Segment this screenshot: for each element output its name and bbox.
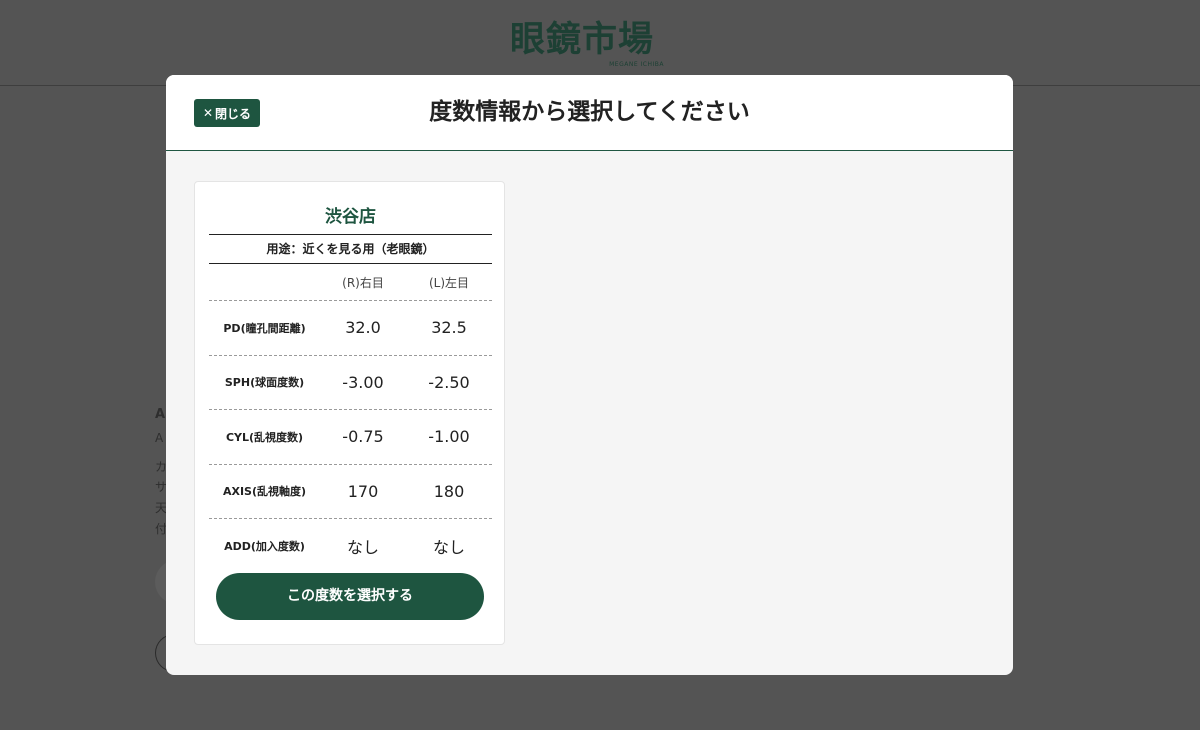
header-left-eye: (L)左目 [428,275,470,290]
megane-ichiba-logo[interactable]: 眼鏡市場 MEGANE ICHIBA [510,20,670,70]
left-eye-value: -2.50 [428,372,470,392]
close-label: 閉じる [215,106,252,121]
left-eye-value: 32.5 [431,318,467,338]
left-eye-value: 180 [433,481,465,501]
row-label: SPH(球面度数) [224,376,305,390]
row-label: PD(瞳孔間距離) [223,321,306,335]
table-row-add: ADD(加入度数) なし なし [209,519,492,574]
right-eye-value: -3.00 [342,372,384,392]
table-row-axis: AXIS(乱視軸度) 170 180 [209,465,492,519]
background-text: A [155,431,164,445]
close-icon: ✕ [202,106,214,120]
row-label: AXIS(乱視軸度) [222,485,307,499]
table-row-sph: SPH(球面度数) -3.00 -2.50 [209,356,492,410]
prescription-table: (R)右目 (L)左目 PD(瞳孔間距離) 32.0 32.5 SPH(球面度数… [209,264,492,574]
prescription-card: 渋谷店 用途：近くを見る用（老眼鏡） (R)右目 (L)左目 PD(瞳孔間距離)… [194,181,505,645]
table-row-pd: PD(瞳孔間距離) 32.0 32.5 [209,301,492,356]
table-row-cyl: CYL(乱視度数) -0.75 -1.00 [209,410,492,465]
background-text: A [155,407,166,422]
right-eye-value: なし [346,538,379,558]
logo-text: 眼鏡市場 [510,20,655,60]
select-prescription-button[interactable]: この度数を選択する [216,573,484,620]
row-label: CYL(乱視度数) [225,430,304,444]
left-eye-value: なし [432,538,465,558]
row-label: ADD(加入度数) [224,540,305,554]
store-name: 渋谷店 [325,207,376,227]
left-eye-value: -1.00 [428,427,470,447]
site-header: 眼鏡市場 MEGANE ICHIBA [0,0,1200,86]
right-eye-value: 32.0 [345,318,381,338]
prescription-modal: 度数情報から選択してください ✕ 閉じる 渋谷店 用途：近くを見る用（老眼鏡） … [166,75,1013,675]
modal-title: 度数情報から選択してください [429,99,750,125]
modal-header: 度数情報から選択してください ✕ 閉じる [166,75,1013,151]
right-eye-value: 170 [347,481,379,501]
header-right-eye: (R)右目 [342,275,384,290]
table-header-row: (R)右目 (L)左目 [209,264,492,301]
close-button[interactable]: ✕ 閉じる [194,99,260,127]
purpose-label: 用途：近くを見る用（老眼鏡） [209,234,492,264]
logo-subtext: MEGANE ICHIBA [609,61,664,68]
right-eye-value: -0.75 [342,427,384,447]
